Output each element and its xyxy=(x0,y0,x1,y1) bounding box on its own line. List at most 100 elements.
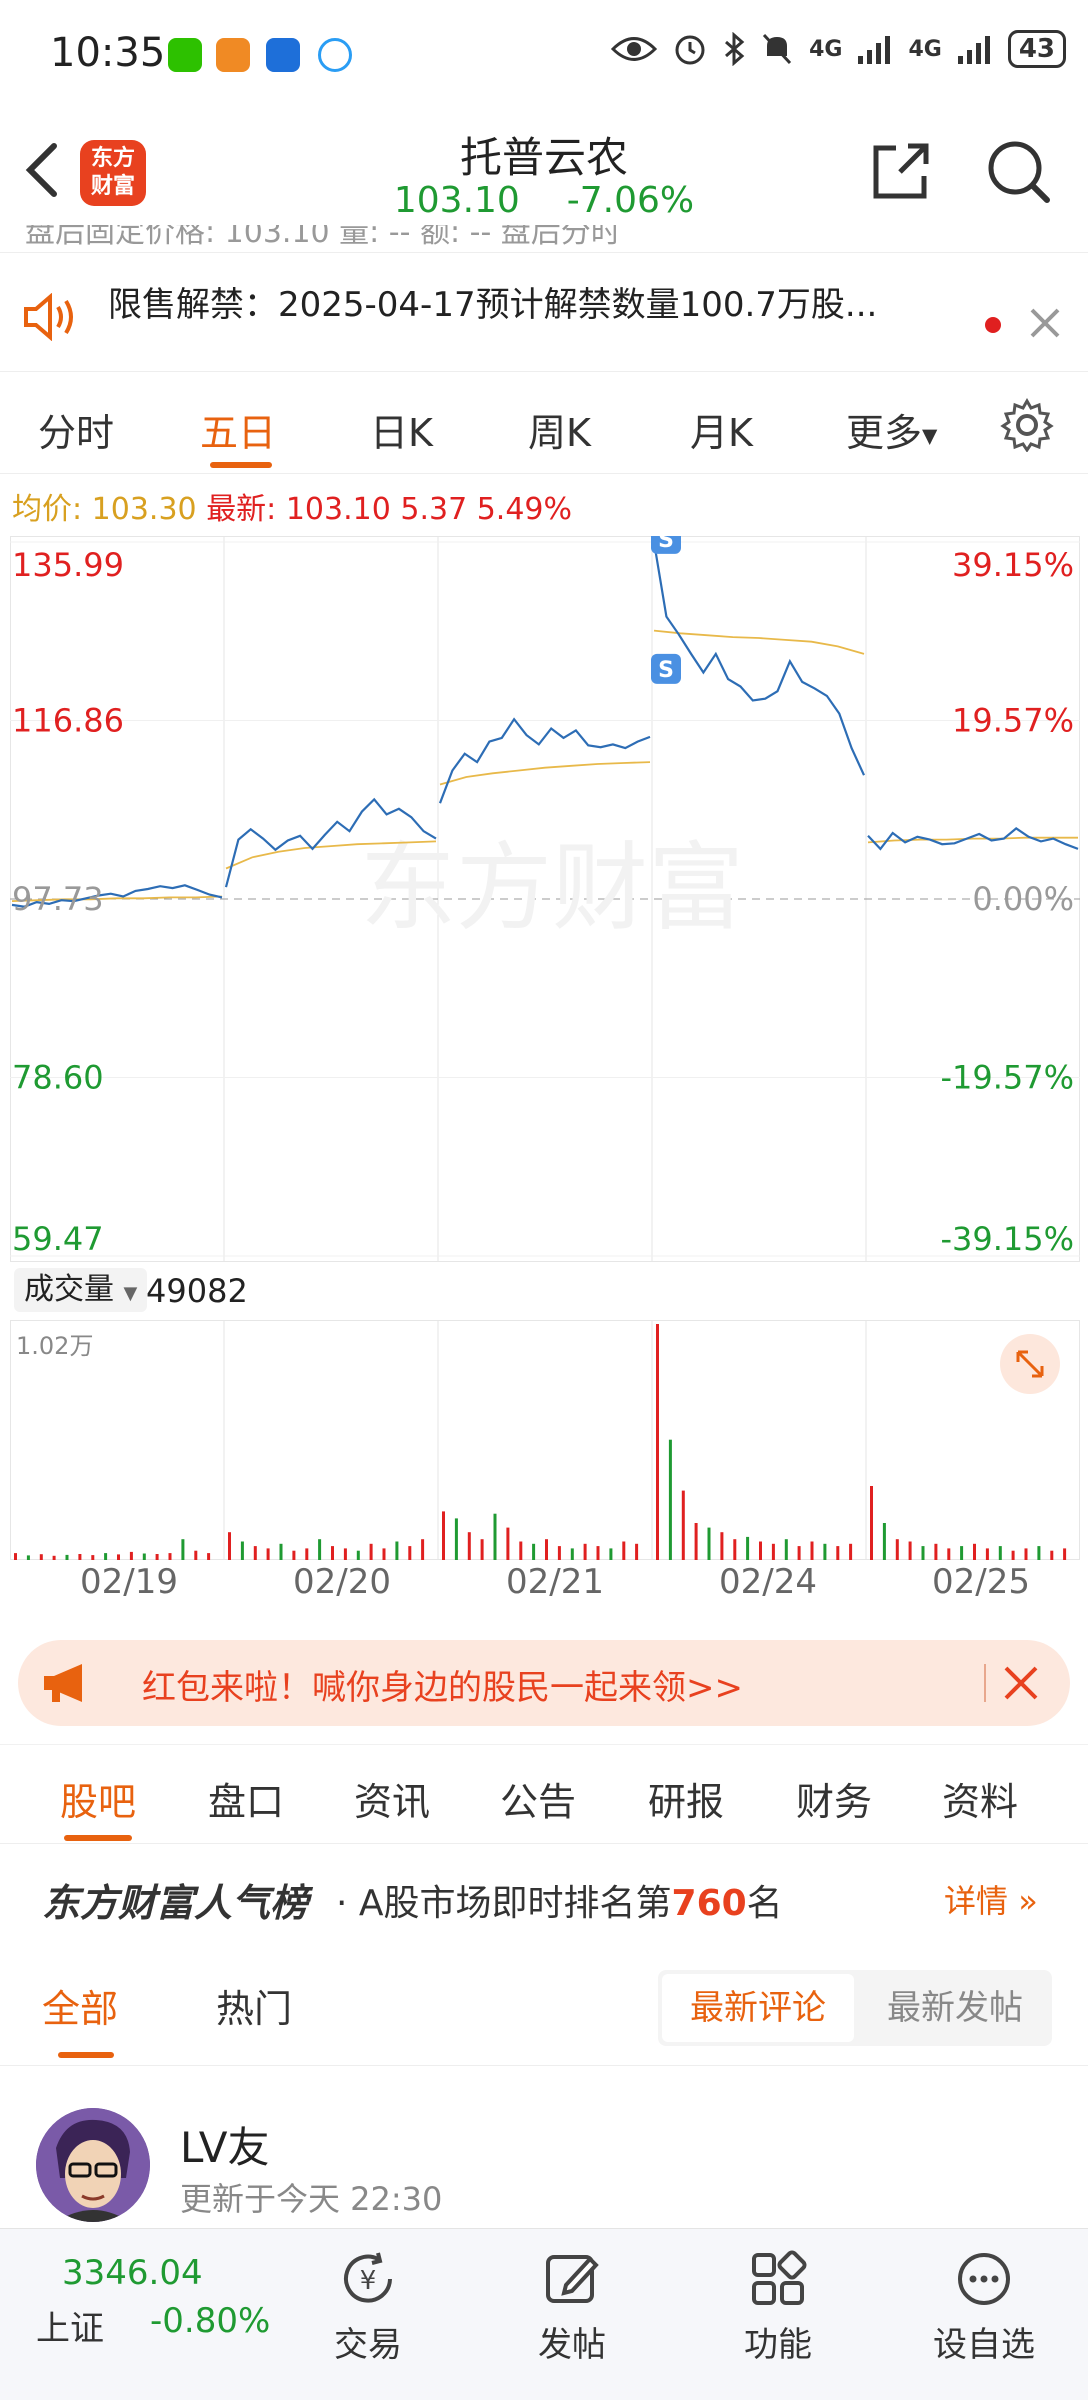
avg-price-line xyxy=(439,761,651,786)
alarm-icon xyxy=(675,35,705,65)
volume-bar xyxy=(694,1523,698,1560)
tab-research[interactable]: 研报 xyxy=(648,1771,724,1826)
bottom-bar: 3346.04 上证 -0.80% ¥ 交易 发帖 功能 设自选 xyxy=(0,2228,1088,2400)
after-hours-info: 盘后固定价格: 103.10 量: -- 额: -- 盘后分时 xyxy=(0,225,1088,251)
date-label: 02/19 xyxy=(80,1562,178,1602)
network-2: 4G xyxy=(908,36,942,62)
eye-icon xyxy=(611,37,658,61)
functions-button[interactable]: 功能 xyxy=(708,2249,848,2366)
five-day-price-chart[interactable]: 东方财富 S S 135.99 39.15% 116.86 19.57% 97.73 0.0… xyxy=(10,536,1080,1262)
promo-close-icon[interactable] xyxy=(1002,1664,1040,1702)
weather-icon xyxy=(266,38,300,72)
volume-grid xyxy=(10,1320,1080,1560)
volume-bar xyxy=(493,1513,497,1560)
tab-more[interactable]: 更多▼ xyxy=(846,402,937,457)
ranking-number: 760 xyxy=(671,1883,747,1924)
index-name[interactable]: 上证 xyxy=(36,2301,104,2350)
volume-bar xyxy=(1050,1550,1054,1560)
notice-text: 限售解禁：2025-04-17预计解禁数量100.7万股... xyxy=(108,285,878,325)
signal-icon-2 xyxy=(957,36,990,64)
share-icon[interactable] xyxy=(870,140,932,202)
search-icon[interactable] xyxy=(985,138,1051,204)
double-chevron-right-icon: » xyxy=(1018,1882,1038,1920)
popularity-ranking[interactable]: 东方财富人气榜 · A股市场即时排名第760名 详情 » xyxy=(0,1860,1088,1930)
dropdown-arrow-icon: ▼ xyxy=(123,1283,138,1304)
volume-bar xyxy=(583,1543,587,1560)
volume-bar xyxy=(823,1543,827,1560)
sell-marker-label: S xyxy=(658,536,674,553)
index-value[interactable]: 3346.04 xyxy=(62,2253,203,2293)
volume-bar xyxy=(305,1548,309,1560)
tab-pankou[interactable]: 盘口 xyxy=(208,1771,284,1826)
filter-hot[interactable]: 热门 xyxy=(216,1978,292,2033)
battery-indicator: 43 xyxy=(1007,30,1066,68)
bluetooth-icon xyxy=(725,32,745,66)
avatar[interactable] xyxy=(36,2108,150,2222)
volume-bar xyxy=(1011,1550,1015,1560)
latest-value: 103.10 xyxy=(285,492,391,527)
trade-button[interactable]: ¥ 交易 xyxy=(298,2249,438,2366)
volume-bar xyxy=(506,1527,510,1560)
post-item[interactable]: LV友 更新于今天 22:30 xyxy=(0,2090,1088,2230)
volume-bar xyxy=(596,1546,600,1560)
network-1: 4G xyxy=(809,36,843,62)
ranking-text: · A股市场即时排名第760名 xyxy=(336,1883,783,1924)
stock-change-pct: -7.06% xyxy=(566,180,695,221)
add-watchlist-button[interactable]: 设自选 xyxy=(914,2249,1054,2366)
tab-weekly-k[interactable]: 周K xyxy=(528,402,591,457)
trade-icon: ¥ xyxy=(344,2252,392,2303)
volume-indicator-select[interactable]: 成交量 ▼ xyxy=(14,1268,148,1312)
date-label: 02/20 xyxy=(293,1562,391,1602)
lockup-notice[interactable]: 限售解禁：2025-04-17预计解禁数量100.7万股... xyxy=(0,252,1088,372)
volume-bar xyxy=(908,1541,912,1560)
volume-chart[interactable] xyxy=(10,1320,1080,1560)
title-bar: 东方 财富 托普云农 103.10 -7.06% xyxy=(0,110,1088,236)
volume-bar xyxy=(52,1555,56,1560)
expand-chart-button[interactable] xyxy=(1000,1334,1060,1394)
notice-close-icon[interactable] xyxy=(1028,306,1062,340)
legend-change-pct: 5.49% xyxy=(476,492,573,527)
volume-max-label: 1.02万 xyxy=(16,1332,94,1360)
volume-bar xyxy=(707,1527,711,1560)
avg-price-line xyxy=(653,629,865,655)
tab-guba[interactable]: 股吧 xyxy=(60,1771,136,1826)
volume-bar xyxy=(519,1541,523,1560)
chart-settings-gear-icon[interactable] xyxy=(1000,398,1054,452)
volume-bar xyxy=(759,1541,762,1560)
volume-bar xyxy=(882,1523,886,1560)
volume-bar xyxy=(733,1539,737,1560)
volume-bar xyxy=(985,1548,989,1560)
filter-all[interactable]: 全部 xyxy=(42,1978,118,2033)
wechat-icon xyxy=(168,38,202,72)
y-left-label: 78.60 xyxy=(12,1059,104,1097)
volume-bar xyxy=(973,1543,976,1560)
tab-news[interactable]: 资讯 xyxy=(354,1771,430,1826)
y-left-label: 116.86 xyxy=(12,702,124,740)
post-username[interactable]: LV友 xyxy=(180,2114,270,2175)
y-left-label: 135.99 xyxy=(12,546,124,584)
volume-bar xyxy=(292,1550,296,1560)
volume-bar xyxy=(746,1536,750,1560)
index-change[interactable]: -0.80% xyxy=(150,2301,270,2341)
status-icons: 4G 4G 43 xyxy=(611,30,1066,68)
tab-profile[interactable]: 资料 xyxy=(942,1771,1018,1826)
volume-bar xyxy=(408,1546,412,1560)
tab-five-day[interactable]: 五日 xyxy=(200,402,276,457)
tab-intraday[interactable]: 分时 xyxy=(38,402,114,457)
volume-bar xyxy=(142,1553,146,1560)
tab-daily-k[interactable]: 日K xyxy=(370,402,433,457)
sort-latest-comment[interactable]: 最新评论 xyxy=(662,1974,854,2042)
tab-announcements[interactable]: 公告 xyxy=(500,1771,576,1826)
red-packet-banner[interactable]: 红包来啦！喊你身边的股民一起来领>> xyxy=(18,1640,1070,1726)
tab-monthly-k[interactable]: 月K xyxy=(690,402,753,457)
volume-bars xyxy=(14,1324,1067,1560)
tab-finance[interactable]: 财务 xyxy=(796,1771,872,1826)
volume-bar xyxy=(279,1543,283,1560)
sort-latest-post[interactable]: 最新发帖 xyxy=(862,1974,1048,2042)
volume-bar xyxy=(545,1539,548,1560)
post-button[interactable]: 发帖 xyxy=(502,2249,642,2366)
ranking-detail-link[interactable]: 详情 » xyxy=(944,1876,1038,1922)
ranking-brand: 东方财富人气榜 xyxy=(42,1881,309,1925)
y-right-label: 0.00% xyxy=(972,880,1074,918)
volume-bar xyxy=(467,1532,471,1560)
